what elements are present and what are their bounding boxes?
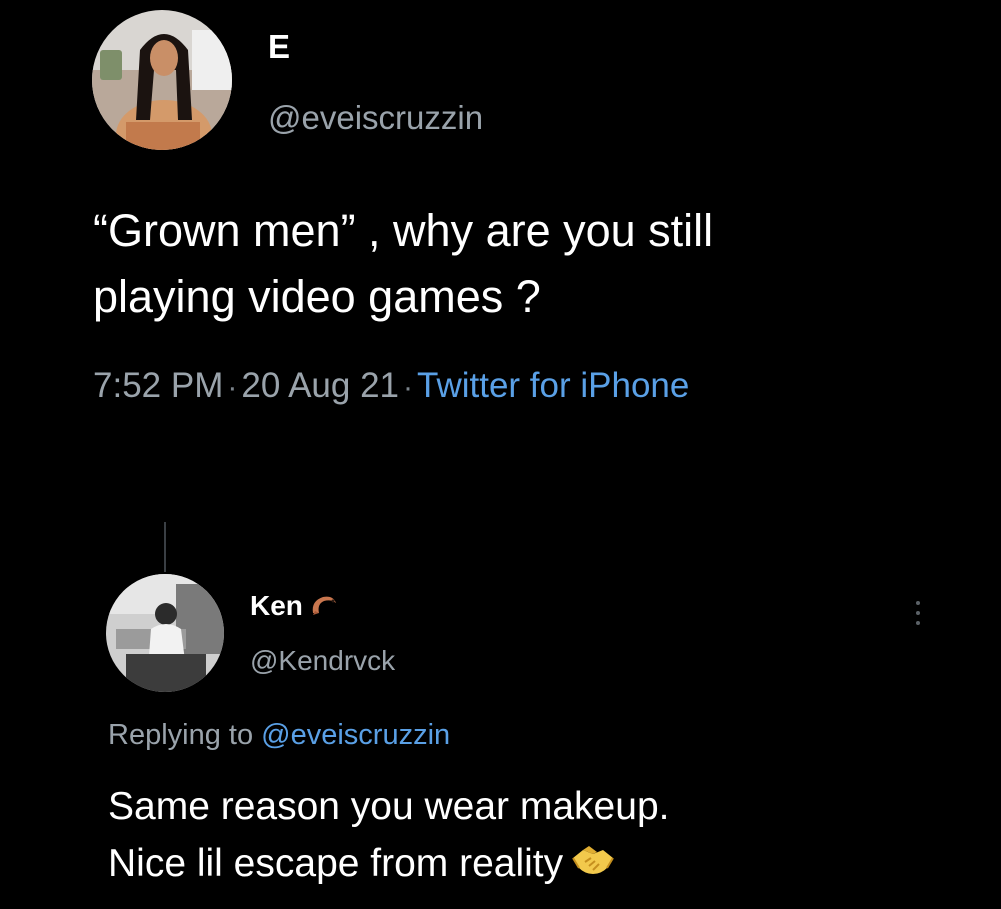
tweet-text-line: playing video games ?: [93, 271, 541, 322]
reply-author-name[interactable]: Ken: [250, 590, 339, 624]
handshake-icon: [571, 837, 615, 894]
meta-separator: ·: [403, 371, 414, 404]
replying-to-line: Replying to @eveiscruzzin: [108, 719, 450, 752]
more-options-icon[interactable]: [910, 598, 926, 628]
reply-author-name-text: Ken: [250, 590, 303, 621]
tweet-text: “Grown men” , why are you still playing …: [93, 198, 973, 330]
tweet-time[interactable]: 7:52 PM: [93, 366, 223, 405]
reply-text-line-with-emoji: Nice lil escape from reality: [108, 835, 968, 894]
tweet-text-line: “Grown men” , why are you still: [93, 205, 714, 256]
tweet-author-avatar[interactable]: [92, 10, 232, 150]
reply-author-avatar[interactable]: [106, 574, 224, 692]
avatar-photo: [92, 10, 232, 150]
tweet-date[interactable]: 20 Aug 21: [241, 366, 399, 405]
tweet-source-link[interactable]: Twitter for iPhone: [417, 366, 689, 405]
tweet-author-handle[interactable]: @eveiscruzzin: [268, 99, 483, 137]
meta-separator: ·: [227, 371, 238, 404]
reply-text-line: Same reason you wear makeup.: [108, 785, 670, 828]
tweet-author-name[interactable]: E: [268, 28, 290, 66]
avatar-photo: [106, 574, 224, 692]
tweet-metadata: 7:52 PM · 20 Aug 21 · Twitter for iPhone: [93, 366, 689, 406]
reply-text: Same reason you wear makeup. Nice lil es…: [108, 778, 968, 894]
thread-connector-line: [164, 522, 166, 572]
replying-to-label: Replying to: [108, 719, 254, 751]
shrimp-icon: [309, 592, 339, 624]
reply-text-line: Nice lil escape from reality: [108, 842, 564, 885]
reply-author-handle[interactable]: @Kendrvck: [250, 645, 395, 677]
replying-to-mention[interactable]: @eveiscruzzin: [261, 719, 450, 751]
